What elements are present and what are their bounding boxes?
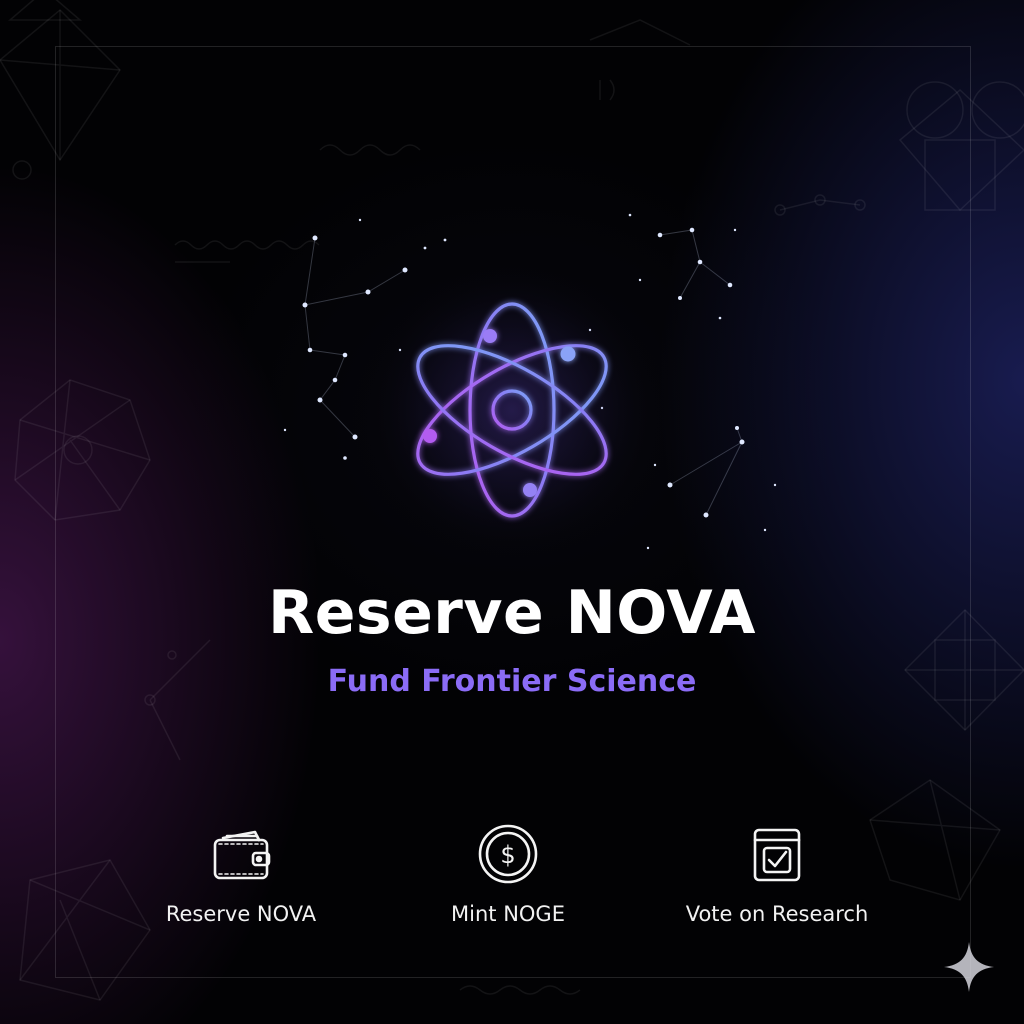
vote-on-research-action[interactable]: Vote on Research bbox=[647, 822, 907, 926]
mint-noge-action[interactable]: $ Mint NOGE bbox=[378, 822, 638, 926]
vote-on-research-label: Vote on Research bbox=[685, 902, 869, 926]
sparkle-icon bbox=[944, 942, 994, 992]
hero-subtitle: Fund Frontier Science bbox=[327, 664, 697, 699]
atom-icon bbox=[362, 260, 662, 560]
hero-title: Reserve NOVA bbox=[268, 578, 756, 648]
reserve-nova-action[interactable]: Reserve NOVA bbox=[111, 822, 371, 926]
app-root: Reserve NOVA Fund Frontier Science Reser… bbox=[0, 0, 1024, 1024]
reserve-nova-label: Reserve NOVA bbox=[165, 902, 317, 926]
mint-noge-label: Mint NOGE bbox=[451, 902, 565, 926]
checkbox-calendar-icon bbox=[753, 828, 801, 882]
dollar-coin-icon: $ bbox=[478, 824, 538, 884]
wallet-icon bbox=[213, 830, 271, 880]
svg-text:$: $ bbox=[500, 841, 515, 869]
